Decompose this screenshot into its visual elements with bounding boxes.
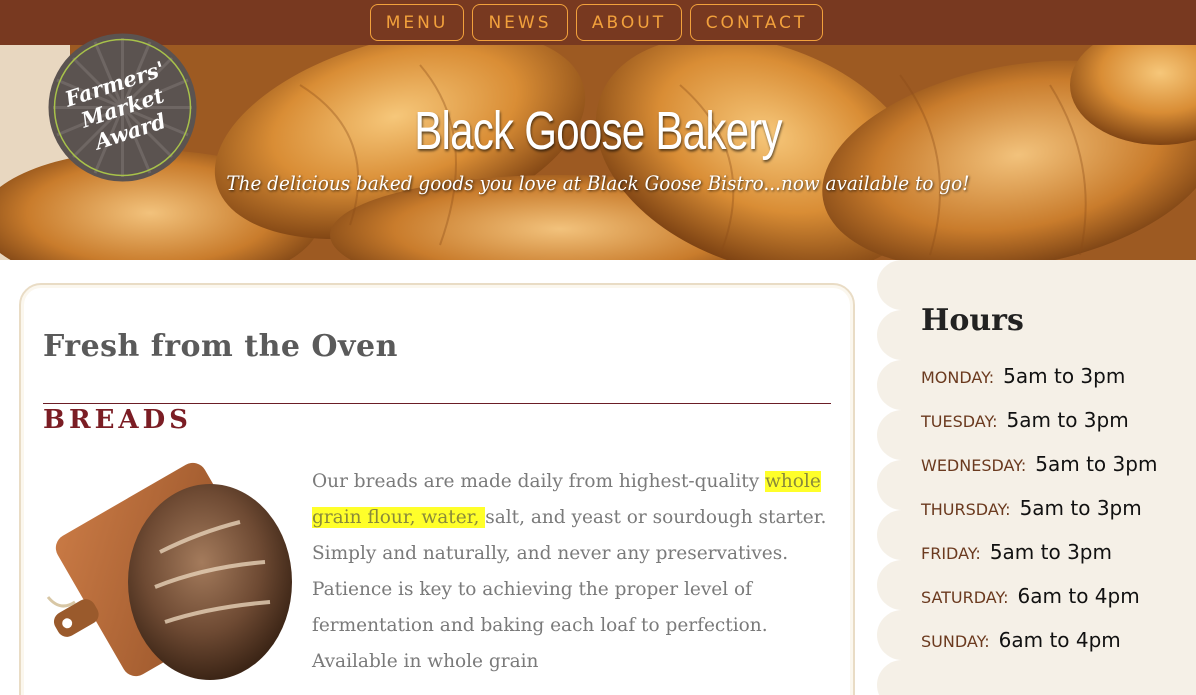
hours-time: 5am to 3pm [1019,496,1142,520]
breads-heading: BREADS [43,405,192,435]
hours-time: 5am to 3pm [1006,408,1129,432]
nav-about-link[interactable]: ABOUT [576,4,682,41]
hours-day: MONDAY: [921,368,995,387]
hours-day: THURSDAY: [921,500,1011,519]
hours-row-monday: MONDAY: 5am to 3pm [921,364,1125,388]
hours-row-sunday: SUNDAY: 6am to 4pm [921,628,1121,652]
hours-time: 5am to 3pm [989,540,1112,564]
hours-time: 6am to 4pm [1017,584,1140,608]
nav-contact-link[interactable]: CONTACT [690,4,823,41]
hours-day: WEDNESDAY: [921,456,1027,475]
hours-day: TUESDAY: [921,412,998,431]
nav-news-link[interactable]: NEWS [472,4,568,41]
page-heading: Fresh from the Oven [43,329,398,364]
hours-heading: Hours [921,303,1024,338]
sidebar-scalloped-edge [877,260,907,695]
hours-day: FRIDAY: [921,544,981,563]
hours-time: 5am to 3pm [1035,452,1158,476]
hours-time: 6am to 4pm [998,628,1121,652]
section-divider [43,403,831,404]
hours-row-saturday: SATURDAY: 6am to 4pm [921,584,1140,608]
breads-description: Our breads are made daily from highest-q… [312,471,827,672]
hours-row-friday: FRIDAY: 5am to 3pm [921,540,1112,564]
hours-row-wednesday: WEDNESDAY: 5am to 3pm [921,452,1157,476]
hours-time: 5am to 3pm [1003,364,1126,388]
nav-menu-link[interactable]: MENU [370,4,464,41]
site-title: Black Goose Bakery [414,101,782,161]
hours-day: SATURDAY: [921,588,1009,607]
bread-on-board-image [46,462,292,680]
hours-row-thursday: THURSDAY: 5am to 3pm [921,496,1142,520]
hours-day: SUNDAY: [921,632,990,651]
hours-row-tuesday: TUESDAY: 5am to 3pm [921,408,1129,432]
